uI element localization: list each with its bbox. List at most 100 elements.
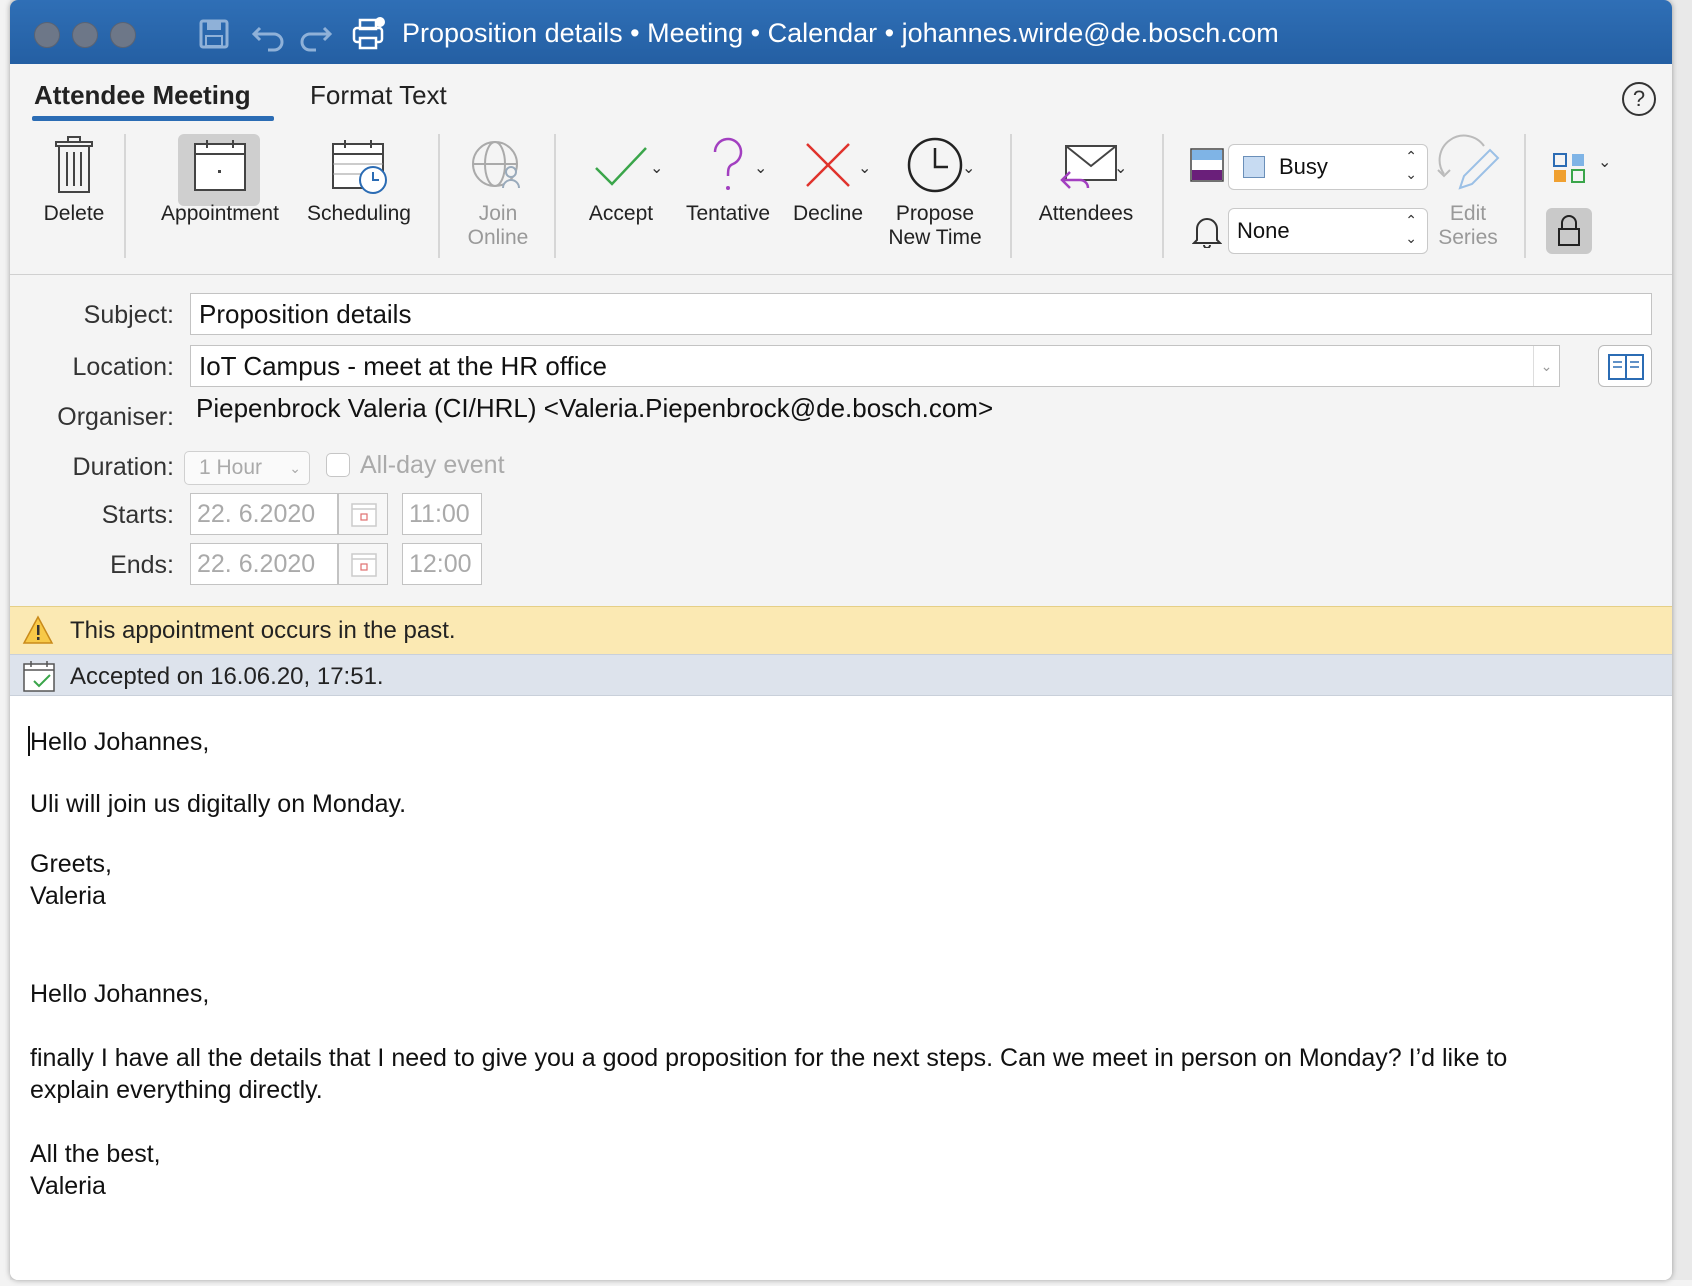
body-line: Valeria: [30, 1172, 106, 1200]
ends-date-field[interactable]: 22. 6.2020: [190, 543, 338, 585]
accepted-info-bar: Accepted on 16.06.20, 17:51.: [10, 654, 1672, 696]
ribbon-separator: [438, 134, 440, 258]
checkmark-icon: [595, 147, 647, 186]
all-day-checkbox[interactable]: [326, 453, 350, 477]
subject-field[interactable]: Proposition details: [190, 293, 1652, 335]
help-button[interactable]: ?: [1622, 82, 1656, 116]
appointment-button[interactable]: Appointment: [150, 134, 290, 226]
edit-series-button[interactable]: Edit Series: [1432, 134, 1504, 250]
categorize-chevron-down-icon[interactable]: ⌄: [1598, 152, 1611, 172]
show-as-value: Busy: [1279, 154, 1328, 179]
redo-icon[interactable]: [298, 16, 334, 52]
calendar-icon: [194, 140, 246, 191]
window-title: Proposition details • Meeting • Calendar…: [402, 18, 1279, 48]
ribbon-separator: [1162, 134, 1164, 258]
select-arrows-icon: ⌃ ⌄: [1405, 148, 1417, 182]
ribbon-separator: [1010, 134, 1012, 258]
duration-label: Duration:: [72, 453, 174, 481]
body-line: finally I have all the details that I ne…: [30, 1044, 1508, 1072]
close-window-button[interactable]: [34, 22, 60, 48]
tentative-chevron-down-icon[interactable]: ⌄: [754, 158, 767, 178]
duration-value: 1 Hour: [199, 456, 263, 479]
select-arrows-icon: ⌃ ⌄: [1405, 212, 1417, 246]
print-icon[interactable]: [350, 16, 386, 52]
join-online-label-line1: Join: [478, 202, 518, 225]
location-dropdown-chevron-icon[interactable]: ⌄: [1533, 346, 1559, 386]
organiser-value: Piepenbrock Valeria (CI/HRL) <Valeria.Pi…: [196, 393, 994, 423]
meeting-window: Proposition details • Meeting • Calendar…: [10, 0, 1672, 1280]
globe-people-icon: [472, 141, 520, 189]
calendar-check-icon: [23, 661, 55, 692]
all-day-label: All-day event: [360, 451, 505, 479]
past-warning-text: This appointment occurs in the past.: [70, 617, 456, 644]
body-line: Hello Johannes,: [30, 728, 210, 756]
mini-calendar-icon: [351, 553, 377, 577]
body-line: Uli will join us digitally on Monday.: [30, 790, 407, 818]
starts-date-field[interactable]: 22. 6.2020: [190, 493, 338, 535]
edit-series-label-line1: Edit: [1449, 202, 1487, 225]
edit-series-pencil-icon: [1437, 134, 1500, 190]
accept-chevron-down-icon[interactable]: ⌄: [650, 158, 663, 178]
location-label: Location:: [72, 353, 174, 381]
location-field[interactable]: IoT Campus - meet at the HR office ⌄: [190, 345, 1560, 387]
delete-label: Delete: [43, 202, 105, 225]
address-book-icon: [1608, 354, 1644, 380]
categorize-icon[interactable]: [1552, 152, 1586, 184]
ends-label: Ends:: [110, 551, 174, 579]
tentative-label: Tentative: [685, 202, 771, 225]
decline-chevron-down-icon[interactable]: ⌄: [858, 158, 871, 178]
lock-icon: [1558, 215, 1580, 246]
zoom-window-button[interactable]: [110, 22, 136, 48]
attendees-chevron-down-icon[interactable]: ⌄: [1114, 158, 1127, 178]
save-icon[interactable]: [196, 16, 232, 52]
envelope-reply-icon: [1060, 145, 1117, 189]
room-finder-button[interactable]: [1598, 345, 1652, 387]
ends-time-field[interactable]: 12:00: [402, 543, 482, 585]
past-warning-bar: This appointment occurs in the past.: [10, 606, 1672, 654]
organiser-label: Organiser:: [57, 403, 174, 431]
scheduling-button[interactable]: Scheduling: [294, 134, 424, 226]
ends-calendar-button[interactable]: [338, 543, 388, 585]
accept-label: Accept: [588, 202, 654, 225]
reminder-select[interactable]: None ⌃ ⌄: [1228, 208, 1428, 254]
appointment-label: Appointment: [161, 202, 279, 225]
title-bar: Proposition details • Meeting • Calendar…: [10, 0, 1672, 64]
busy-color-swatch: [1243, 156, 1265, 178]
show-as-icon: [1190, 148, 1224, 182]
propose-label-line2: New Time: [888, 226, 982, 249]
starts-time-field[interactable]: 11:00: [402, 493, 482, 535]
location-value: IoT Campus - meet at the HR office: [199, 351, 607, 381]
duration-select[interactable]: 1 Hour ⌄: [184, 451, 310, 485]
starts-label: Starts:: [101, 501, 174, 529]
tab-format-text[interactable]: Format Text: [310, 80, 447, 111]
delete-button[interactable]: Delete: [32, 134, 116, 226]
attendees-button[interactable]: Attendees: [1030, 134, 1142, 226]
background-calendar-strip: [0, 0, 10, 1286]
join-online-label-line2: Online: [467, 226, 529, 249]
body-line: Hello Johannes,: [30, 980, 210, 1008]
propose-chevron-down-icon[interactable]: ⌄: [962, 158, 975, 178]
cross-icon: [806, 143, 850, 187]
join-online-button[interactable]: Join Online: [458, 134, 538, 250]
minimize-window-button[interactable]: [72, 22, 98, 48]
tentative-button[interactable]: Tentative: [676, 134, 780, 226]
undo-icon[interactable]: [250, 16, 286, 52]
message-body-editor[interactable]: Hello Johannes, Uli will join us digital…: [10, 696, 1672, 1280]
duration-chevron-down-icon: ⌄: [289, 460, 301, 476]
ribbon-tabs: Attendee Meeting Format Text ?: [10, 64, 1672, 126]
tab-attendee-meeting[interactable]: Attendee Meeting: [34, 80, 251, 111]
private-button[interactable]: [1546, 208, 1592, 254]
body-line: explain everything directly.: [30, 1076, 323, 1104]
propose-new-time-button[interactable]: Propose New Time: [878, 134, 992, 250]
reminder-value: None: [1237, 218, 1290, 243]
accepted-text: Accepted on 16.06.20, 17:51.: [70, 663, 384, 690]
decline-button[interactable]: Decline: [784, 134, 872, 226]
body-line: Greets,: [30, 850, 112, 878]
ribbon-separator: [554, 134, 556, 258]
accept-button[interactable]: Accept: [576, 134, 666, 226]
ribbon-separator: [124, 134, 126, 258]
show-as-select[interactable]: Busy ⌃ ⌄: [1228, 144, 1428, 190]
scheduling-label: Scheduling: [307, 202, 411, 225]
scheduling-icon: [332, 140, 387, 194]
starts-calendar-button[interactable]: [338, 493, 388, 535]
